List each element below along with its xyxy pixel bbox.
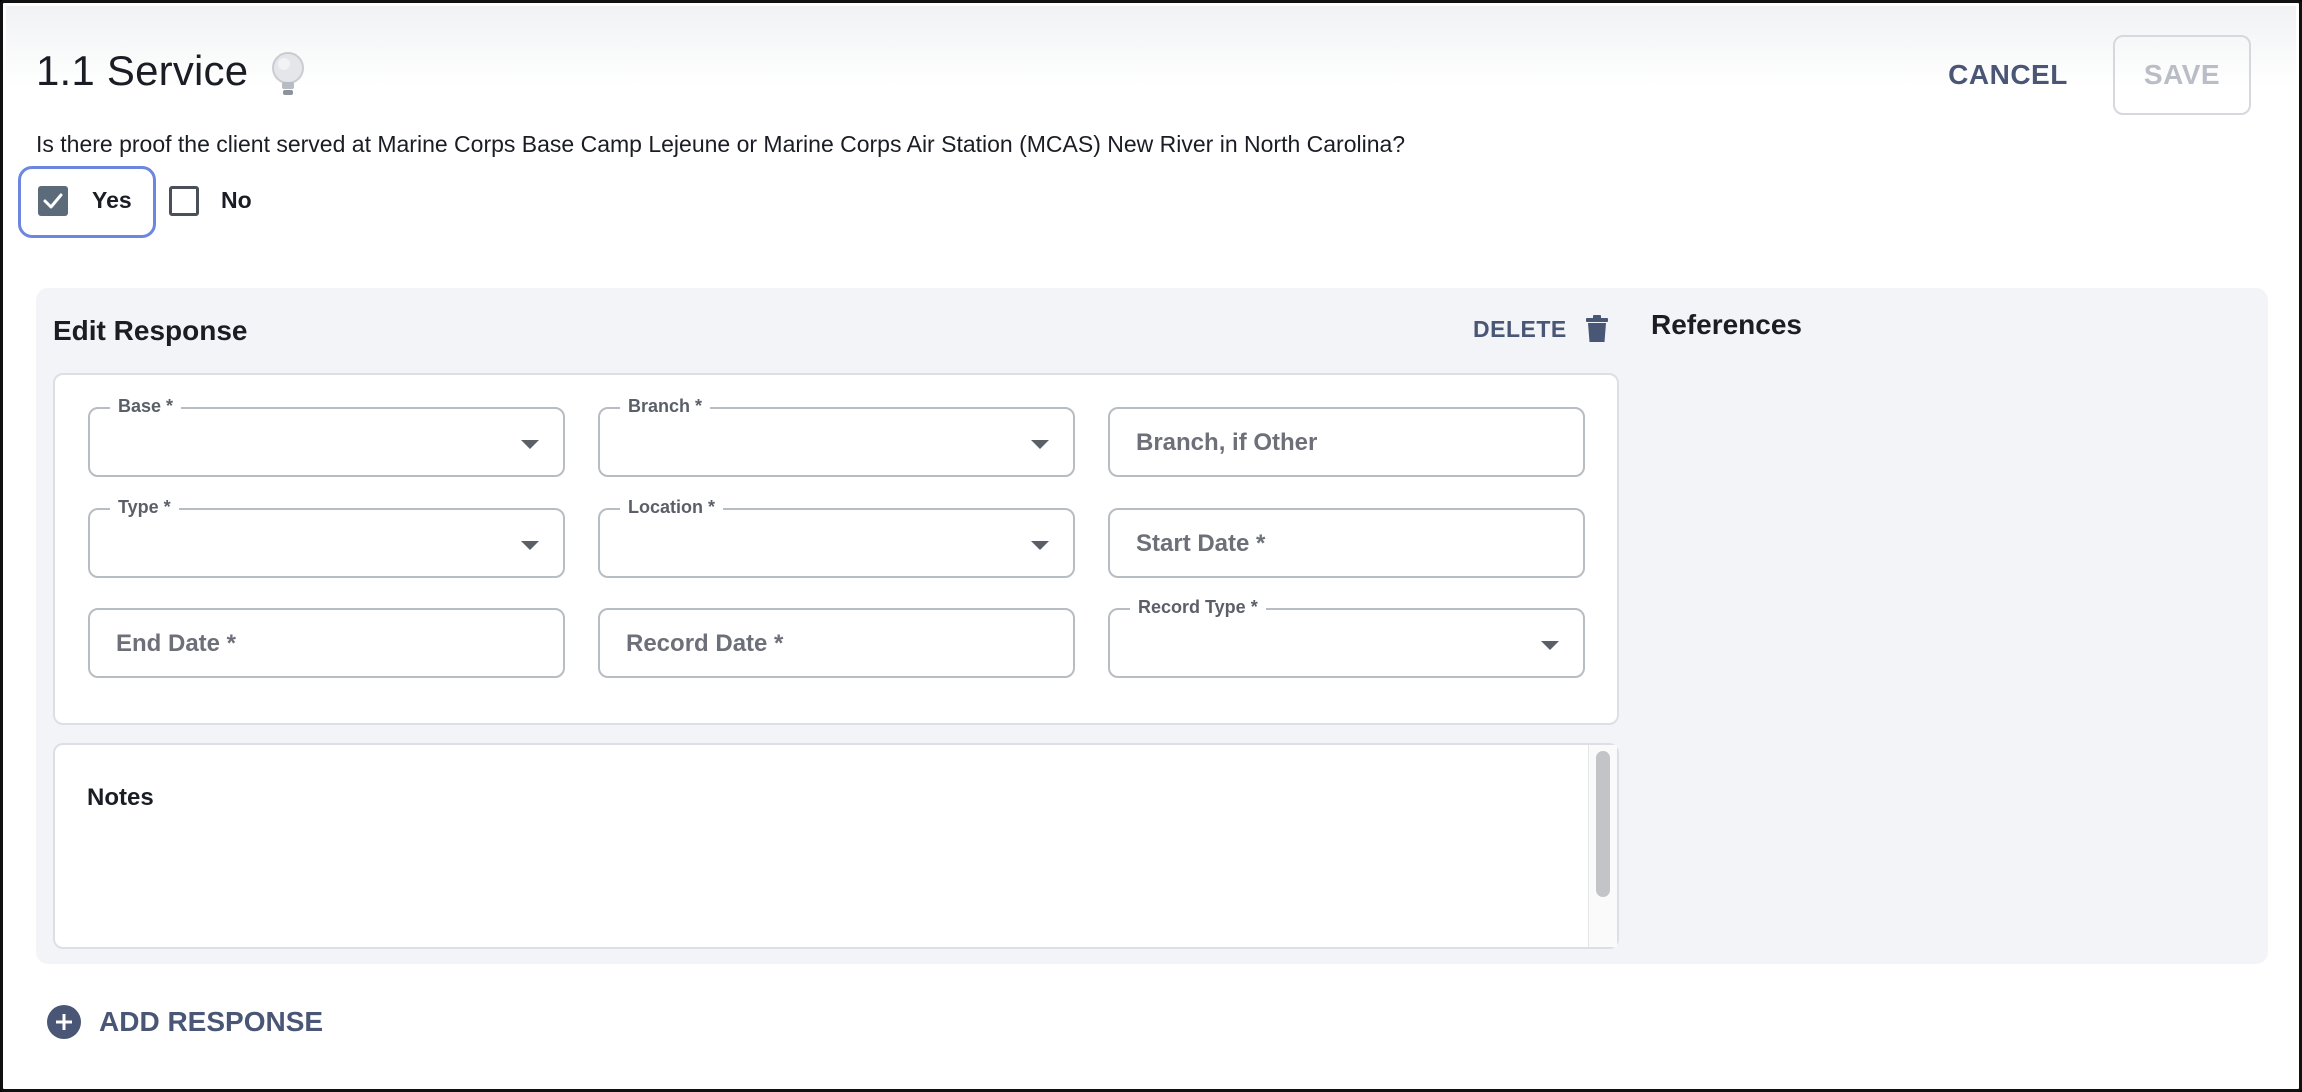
start-date-input[interactable]: Start Date * [1108,508,1585,578]
no-label[interactable]: No [221,187,252,214]
branch-select[interactable]: Branch * [598,396,1075,477]
save-button[interactable]: SAVE [2113,35,2251,115]
app-window: 1.1 Service CANCEL SAVE Is there proof t… [0,0,2302,1092]
chevron-down-icon [521,541,539,550]
references-title: References [1651,309,1802,340]
base-label: Base * [110,396,182,417]
branch-label: Branch * [620,396,711,417]
branch-other-input[interactable]: Branch, if Other [1108,407,1585,477]
notes-label: Notes [87,784,154,811]
start-date-placeholder: Start Date * [1136,530,1266,557]
edit-response-title: Edit Response [53,315,248,346]
yes-label[interactable]: Yes [92,187,132,214]
response-form-card: Base * Branch * Branch, if Other Type * … [53,373,1619,725]
delete-button[interactable]: DELETE [1473,309,1609,349]
chevron-down-icon [1031,440,1049,449]
notes-textarea[interactable] [53,743,1619,949]
chevron-down-icon [521,440,539,449]
notes-scroll-thumb[interactable] [1596,751,1610,897]
location-label: Location * [620,497,724,518]
chevron-down-icon [1031,541,1049,550]
record-type-select[interactable]: Record Type * [1108,597,1585,678]
type-label: Type * [110,497,179,518]
notes-scrollbar[interactable] [1588,745,1617,947]
page-title: 1.1 Service [36,47,249,94]
base-select[interactable]: Base * [88,396,565,477]
chevron-down-icon [1541,641,1559,650]
end-date-placeholder: End Date * [116,630,237,657]
branch-other-placeholder: Branch, if Other [1136,429,1318,456]
checkmark-icon [43,193,63,209]
location-select[interactable]: Location * [598,497,1075,578]
trash-icon [1585,315,1608,342]
record-date-input[interactable]: Record Date * [598,608,1075,678]
yes-checkbox[interactable] [38,186,68,216]
no-checkbox[interactable] [169,186,199,216]
end-date-input[interactable]: End Date * [88,608,565,678]
plus-circle-icon [47,1005,81,1039]
delete-label: DELETE [1473,315,1567,342]
add-response-label: ADD RESPONSE [99,1006,324,1037]
cancel-button[interactable]: CANCEL [1923,43,2093,107]
record-date-placeholder: Record Date * [626,630,784,657]
lightbulb-icon[interactable] [267,51,309,99]
record-type-label: Record Type * [1130,597,1266,618]
type-select[interactable]: Type * [88,497,565,578]
question-text: Is there proof the client served at Mari… [36,131,1406,157]
add-response-button[interactable]: ADD RESPONSE [47,1003,323,1041]
